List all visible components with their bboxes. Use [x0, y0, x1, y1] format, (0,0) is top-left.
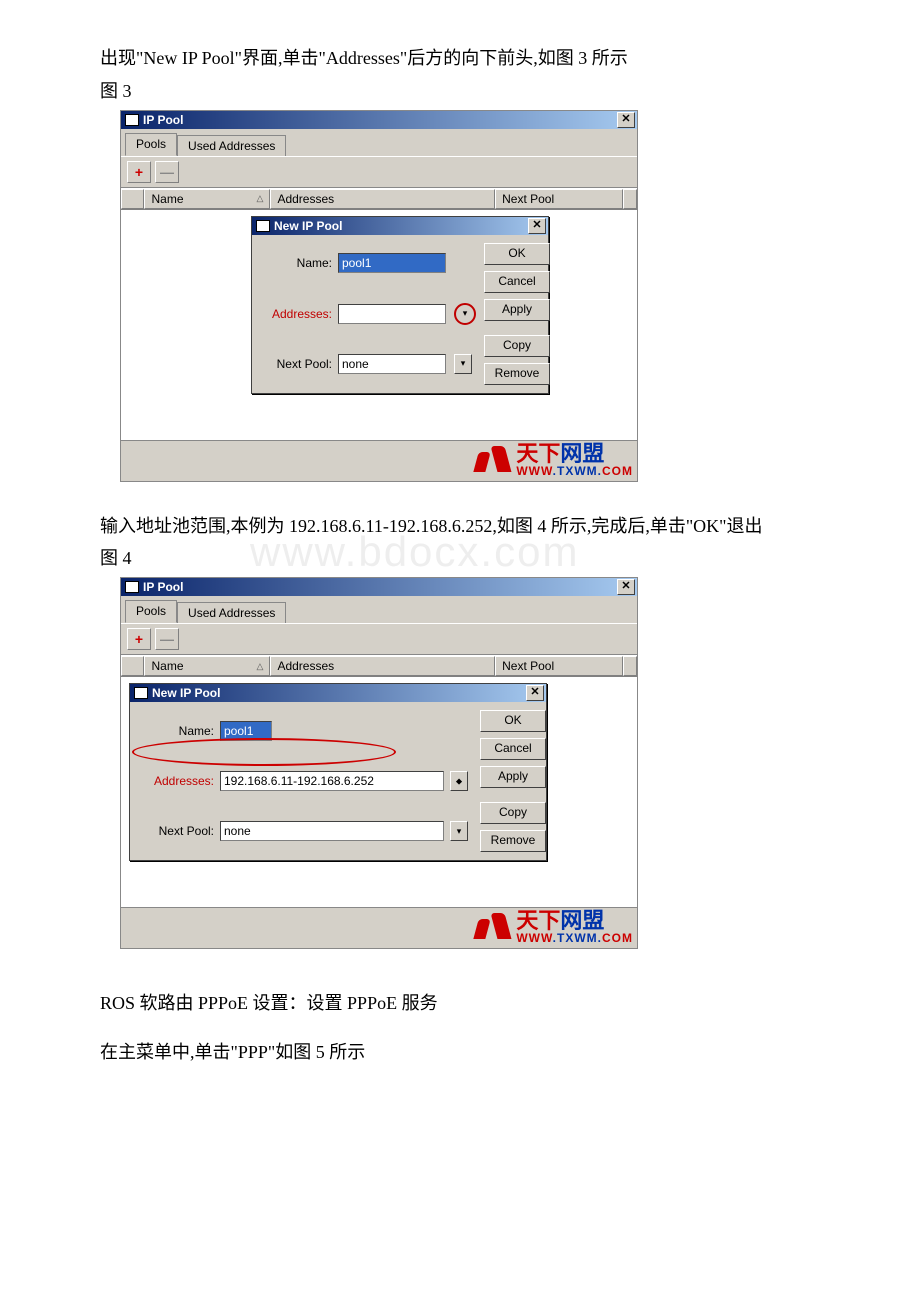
ip-pool-window-fig4: IP Pool ✕ Pools Used Addresses + — Name … — [120, 577, 638, 949]
col-header-addresses[interactable]: Addresses — [270, 656, 495, 676]
addresses-input[interactable] — [220, 771, 444, 791]
titlebar[interactable]: IP Pool ✕ — [121, 111, 637, 129]
name-label: Name: — [260, 256, 332, 270]
tab-used-addresses[interactable]: Used Addresses — [177, 602, 286, 623]
grid-body: New IP Pool ✕ Name: Addresses: ▾ Next — [121, 209, 637, 440]
paragraph-3: ROS 软路由 PPPoE 设置：设置 PPPoE 服务 — [100, 989, 820, 1018]
dialog-title: New IP Pool — [152, 686, 220, 700]
logo-url: WWW.TXWM.COM — [516, 932, 633, 944]
titlebar[interactable]: IP Pool ✕ — [121, 578, 637, 596]
window-title: IP Pool — [143, 580, 183, 594]
cancel-button[interactable]: Cancel — [484, 271, 550, 293]
logo-cn2: 网盟 — [560, 441, 604, 466]
close-icon[interactable]: ✕ — [528, 218, 546, 234]
sort-icon: △ — [257, 193, 264, 204]
col-name-label: Name — [151, 192, 183, 206]
name-label: Name: — [138, 724, 214, 738]
window-icon — [125, 114, 139, 126]
next-pool-dropdown-icon[interactable]: ▾ — [450, 821, 468, 841]
dialog-title: New IP Pool — [274, 219, 342, 233]
col-header-next-pool[interactable]: Next Pool — [495, 656, 623, 676]
figure-4-label: 图 4 — [100, 544, 820, 573]
new-ip-pool-dialog: New IP Pool ✕ Name: Addresses: ▾ Next — [251, 216, 549, 394]
tab-used-addresses[interactable]: Used Addresses — [177, 135, 286, 156]
next-pool-select[interactable] — [338, 354, 446, 374]
col-header-name[interactable]: Name △ — [144, 656, 270, 676]
logo-cn1: 天下 — [516, 441, 560, 466]
figure-3-label: 图 3 — [100, 77, 820, 106]
cancel-button[interactable]: Cancel — [480, 738, 546, 760]
col-header-addresses[interactable]: Addresses — [270, 189, 495, 209]
watermark-logo: 天下网盟 WWW.TXWM.COM — [121, 907, 637, 948]
apply-button[interactable]: Apply — [480, 766, 546, 788]
remove-button[interactable]: — — [155, 161, 179, 183]
paragraph-4: 在主菜单中,单击"PPP"如图 5 所示 — [100, 1038, 820, 1067]
col-header-name[interactable]: Name △ — [144, 189, 270, 209]
dialog-titlebar[interactable]: New IP Pool ✕ — [252, 217, 548, 235]
col-name-label: Name — [151, 659, 183, 673]
minus-icon: — — [160, 631, 174, 647]
next-pool-label: Next Pool: — [138, 824, 214, 838]
window-title: IP Pool — [143, 113, 183, 127]
window-icon — [125, 581, 139, 593]
remove-button[interactable]: — — [155, 628, 179, 650]
window-icon — [256, 220, 270, 232]
plus-icon: + — [135, 631, 143, 647]
ok-button[interactable]: OK — [480, 710, 546, 732]
tab-pools[interactable]: Pools — [125, 600, 177, 623]
copy-button[interactable]: Copy — [480, 802, 546, 824]
col-header-next-pool[interactable]: Next Pool — [495, 189, 623, 209]
next-pool-label: Next Pool: — [260, 357, 332, 371]
dialog-titlebar[interactable]: New IP Pool ✕ — [130, 684, 546, 702]
tab-pools[interactable]: Pools — [125, 133, 177, 156]
paragraph-1: 出现"New IP Pool"界面,单击"Addresses"后方的向下前头,如… — [100, 44, 820, 73]
remove-dialog-button[interactable]: Remove — [480, 830, 546, 852]
copy-button[interactable]: Copy — [484, 335, 550, 357]
watermark-logo: 天下网盟 WWW.TXWM.COM — [121, 440, 637, 481]
addresses-input[interactable] — [338, 304, 446, 324]
next-pool-select[interactable] — [220, 821, 444, 841]
ok-button[interactable]: OK — [484, 243, 550, 265]
logo-icon — [472, 911, 512, 943]
plus-icon: + — [135, 164, 143, 180]
add-button[interactable]: + — [127, 161, 151, 183]
paragraph-2: 输入地址池范围,本例为 192.168.6.11-192.168.6.252,如… — [100, 512, 820, 541]
addresses-label: Addresses: — [260, 307, 332, 321]
next-pool-dropdown-icon[interactable]: ▾ — [454, 354, 472, 374]
annotation-circle — [132, 738, 396, 766]
logo-cn2: 网盟 — [560, 908, 604, 933]
grid-body: New IP Pool ✕ Name: Addresses: ⬥ Next — [121, 676, 637, 907]
name-input[interactable] — [338, 253, 446, 273]
ip-pool-window-fig3: IP Pool ✕ Pools Used Addresses + — Name … — [120, 110, 638, 482]
window-icon — [134, 687, 148, 699]
addresses-label: Addresses: — [138, 774, 214, 788]
add-button[interactable]: + — [127, 628, 151, 650]
sort-icon: △ — [257, 661, 264, 672]
apply-button[interactable]: Apply — [484, 299, 550, 321]
logo-url: WWW.TXWM.COM — [516, 465, 633, 477]
logo-cn1: 天下 — [516, 908, 560, 933]
remove-dialog-button[interactable]: Remove — [484, 363, 550, 385]
addresses-dropdown-icon[interactable]: ▾ — [454, 303, 476, 325]
logo-icon — [472, 444, 512, 476]
close-icon[interactable]: ✕ — [526, 685, 544, 701]
new-ip-pool-dialog: New IP Pool ✕ Name: Addresses: ⬥ Next — [129, 683, 547, 861]
minus-icon: — — [160, 164, 174, 180]
name-input[interactable] — [220, 721, 272, 741]
close-icon[interactable]: ✕ — [617, 579, 635, 595]
close-icon[interactable]: ✕ — [617, 112, 635, 128]
addresses-dropdown-icon[interactable]: ⬥ — [450, 771, 468, 791]
